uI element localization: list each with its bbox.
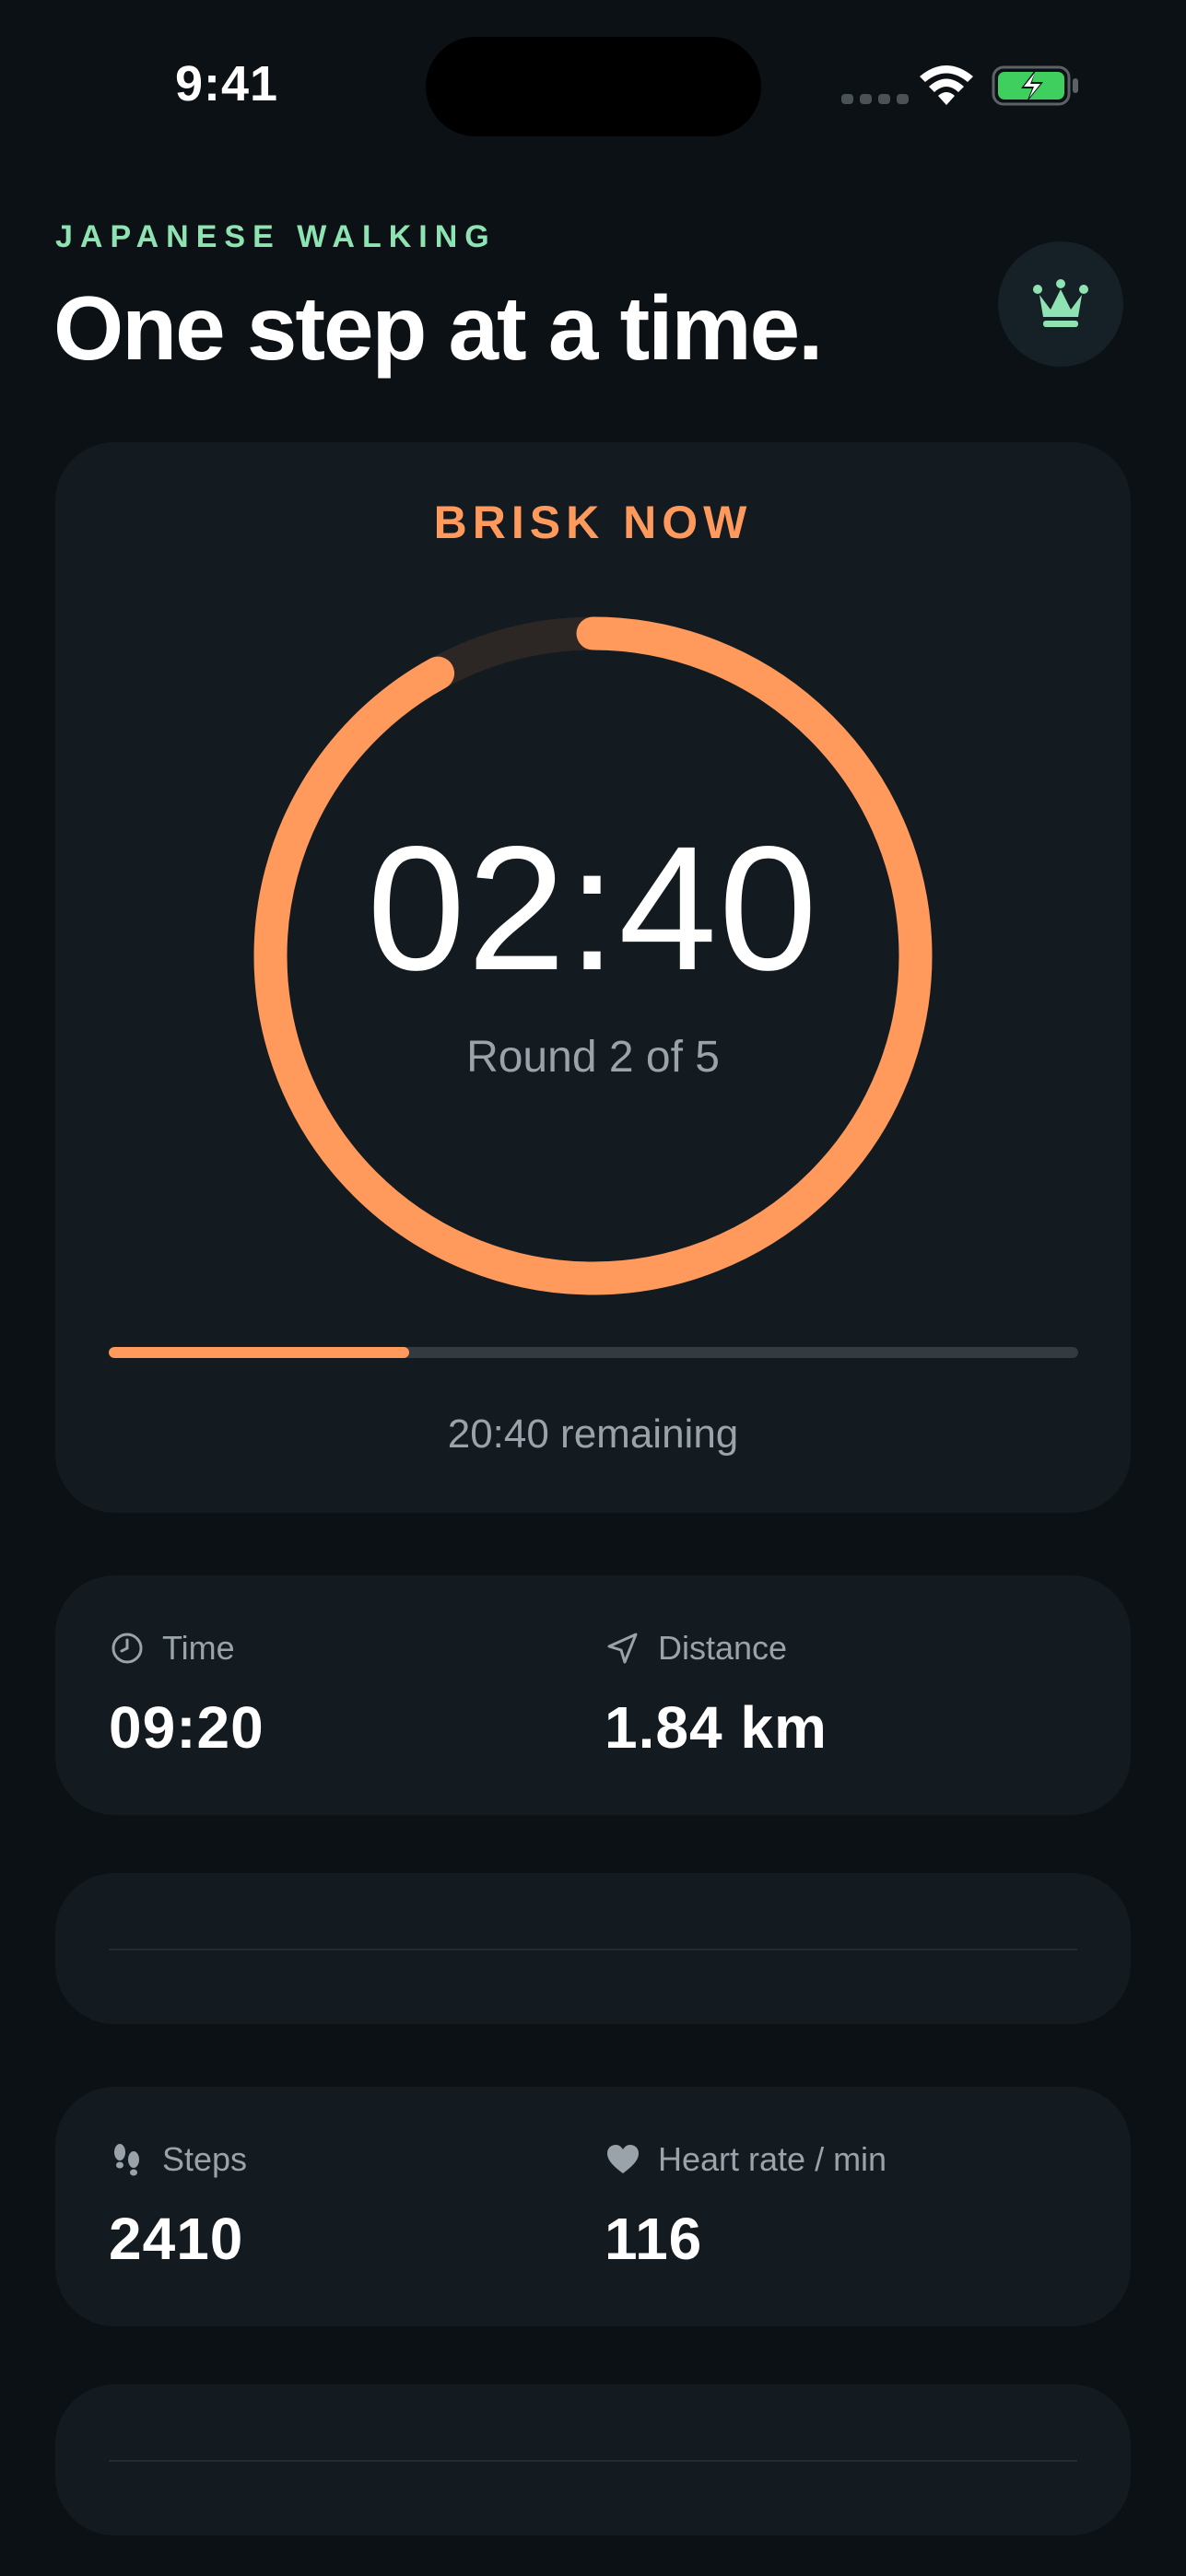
stat-steps: Steps 2410 [109,2087,588,2326]
battery-charging-icon [992,65,1078,106]
divider [109,1949,1077,1950]
stat-steps-label: Steps [162,2140,248,2178]
wifi-icon [920,65,973,105]
stat-heart-rate-label: Heart rate / min [658,2140,887,2178]
location-arrow-icon [607,1633,638,1664]
stat-steps-value: 2410 [109,2206,244,2272]
placeholder-card [55,1873,1131,2024]
stat-time-label: Time [162,1629,235,1667]
app-eyebrow: JAPANESE WALKING [55,219,497,254]
heart-icon [607,2145,639,2173]
session-progress-fill [109,1347,410,1358]
stats-card-steps-heart: Steps 2410 Heart rate / min 116 [55,2087,1131,2326]
remaining-label: 20:40 remaining [447,1411,739,1457]
signal-dots-icon [841,94,909,104]
round-label: Round 2 of 5 [466,1033,720,1082]
timer-value: 02:40 [367,809,819,1007]
clock-icon [112,1633,143,1664]
stats-card-time-distance: Time 09:20 Distance 1.84 km [55,1575,1131,1815]
phase-label: BRISK NOW [433,497,753,548]
crown-icon [1033,279,1088,327]
dynamic-island [426,37,761,136]
stat-heart-rate: Heart rate / min 116 [605,2087,1084,2326]
stat-distance-label: Distance [658,1629,788,1667]
timer-card: BRISK NOW 02:40 Round 2 of 5 20:40 remai… [55,442,1131,1513]
divider [109,2460,1077,2462]
stat-heart-rate-value: 116 [605,2206,703,2272]
status-time: 9:41 [175,56,279,111]
page-title: One step at a time. [53,277,823,379]
stat-time: Time 09:20 [109,1575,588,1815]
premium-button[interactable] [998,241,1123,367]
footprints-icon [114,2144,139,2176]
status-bar: 9:41 [0,0,1186,166]
stat-distance: Distance 1.84 km [605,1575,1084,1815]
stat-distance-value: 1.84 km [605,1694,828,1761]
stat-time-value: 09:20 [109,1694,264,1761]
placeholder-card [55,2384,1131,2535]
session-progress-bar [109,1347,1078,1358]
